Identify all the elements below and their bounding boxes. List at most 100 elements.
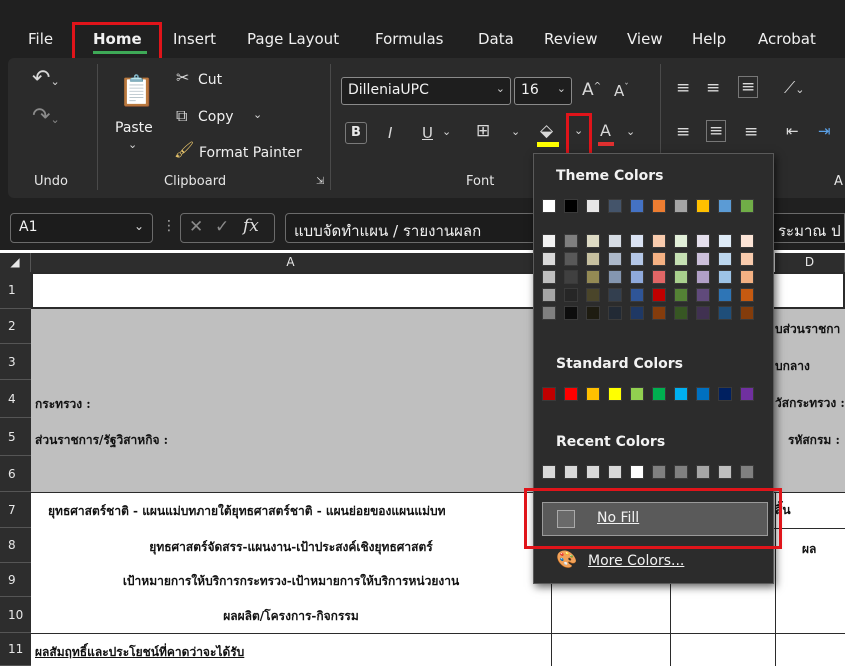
dialog-launcher-icon[interactable]: ⇲ <box>316 176 324 187</box>
theme-shade-swatch[interactable] <box>652 306 666 320</box>
theme-shade-swatch[interactable] <box>564 270 578 284</box>
theme-shade-swatch[interactable] <box>674 234 688 248</box>
name-box[interactable]: A1 ⌄ <box>10 213 153 243</box>
redo-icon[interactable]: ↷⌄ <box>32 104 60 129</box>
copy-chevron-icon[interactable]: ⌄ <box>253 108 262 121</box>
theme-shade-swatch[interactable] <box>696 234 710 248</box>
theme-shade-swatch[interactable] <box>586 288 600 302</box>
theme-shade-swatch[interactable] <box>740 252 754 266</box>
theme-shade-swatch[interactable] <box>542 288 556 302</box>
theme-shade-swatch[interactable] <box>630 234 644 248</box>
insert-function-button[interactable]: fx <box>243 216 259 236</box>
theme-shade-swatch[interactable] <box>718 252 732 266</box>
align-right-icon[interactable]: ≡ <box>744 122 758 142</box>
recent-color-swatch[interactable] <box>674 465 688 479</box>
recent-color-swatch[interactable] <box>564 465 578 479</box>
theme-shade-swatch[interactable] <box>564 288 578 302</box>
format-painter-button[interactable]: Format Painter <box>199 145 302 161</box>
theme-color-swatch[interactable] <box>718 199 732 213</box>
recent-color-swatch[interactable] <box>586 465 600 479</box>
italic-button[interactable]: I <box>388 124 392 142</box>
row-header-9[interactable]: 9 <box>0 563 31 597</box>
theme-shade-swatch[interactable] <box>586 252 600 266</box>
standard-color-swatch[interactable] <box>674 387 688 401</box>
theme-shade-swatch[interactable] <box>630 252 644 266</box>
row-header-7[interactable]: 7 <box>0 492 31 528</box>
theme-shade-swatch[interactable] <box>718 234 732 248</box>
increase-font-size-icon[interactable]: A^ <box>582 80 601 100</box>
row-header-4[interactable]: 4 <box>0 380 31 418</box>
theme-shade-swatch[interactable] <box>564 252 578 266</box>
recent-color-swatch[interactable] <box>696 465 710 479</box>
theme-shade-swatch[interactable] <box>674 306 688 320</box>
theme-shade-swatch[interactable] <box>542 270 556 284</box>
decrease-indent-icon[interactable]: ⇤ <box>786 122 799 140</box>
theme-color-swatch[interactable] <box>542 199 556 213</box>
theme-shade-swatch[interactable] <box>564 306 578 320</box>
increase-indent-icon[interactable]: ⇥ <box>818 122 831 140</box>
theme-shade-swatch[interactable] <box>674 270 688 284</box>
recent-color-swatch[interactable] <box>630 465 644 479</box>
theme-color-swatch[interactable] <box>696 199 710 213</box>
theme-shade-swatch[interactable] <box>586 306 600 320</box>
recent-color-swatch[interactable] <box>608 465 622 479</box>
paste-chevron-icon[interactable]: ⌄ <box>128 138 137 151</box>
chevron-down-icon[interactable]: ⌄ <box>626 125 635 138</box>
theme-shade-swatch[interactable] <box>608 288 622 302</box>
tab-help[interactable]: Help <box>692 30 726 48</box>
theme-shade-swatch[interactable] <box>718 306 732 320</box>
undo-icon[interactable]: ↶⌄ <box>32 66 60 91</box>
standard-color-swatch[interactable] <box>586 387 600 401</box>
standard-color-swatch[interactable] <box>718 387 732 401</box>
recent-color-swatch[interactable] <box>740 465 754 479</box>
row-header-6[interactable]: 6 <box>0 456 31 492</box>
tab-acrobat[interactable]: Acrobat <box>758 30 816 48</box>
recent-color-swatch[interactable] <box>542 465 556 479</box>
theme-color-swatch[interactable] <box>630 199 644 213</box>
theme-shade-swatch[interactable] <box>542 306 556 320</box>
standard-color-swatch[interactable] <box>740 387 754 401</box>
theme-color-swatch[interactable] <box>586 199 600 213</box>
cut-button[interactable]: Cut <box>198 72 222 88</box>
tab-page-layout[interactable]: Page Layout <box>247 30 339 48</box>
formula-bar-splitter-icon[interactable]: ⋮ <box>162 218 176 234</box>
theme-shade-swatch[interactable] <box>718 288 732 302</box>
font-color-button[interactable]: A <box>600 121 611 140</box>
row-header-5[interactable]: 5 <box>0 418 31 456</box>
underline-button[interactable]: U <box>422 124 433 142</box>
theme-shade-swatch[interactable] <box>696 306 710 320</box>
chevron-down-icon[interactable]: ⌄ <box>134 219 144 233</box>
theme-shade-swatch[interactable] <box>630 270 644 284</box>
theme-shade-swatch[interactable] <box>608 234 622 248</box>
chevron-down-icon[interactable]: ⌄ <box>442 125 451 138</box>
tab-view[interactable]: View <box>627 30 663 48</box>
theme-color-swatch[interactable] <box>740 199 754 213</box>
theme-shade-swatch[interactable] <box>652 252 666 266</box>
theme-shade-swatch[interactable] <box>718 270 732 284</box>
orientation-icon[interactable]: ⟋⌄ <box>784 78 804 98</box>
theme-shade-swatch[interactable] <box>652 288 666 302</box>
select-all-corner[interactable]: ◢ <box>0 253 31 272</box>
font-size-combobox[interactable]: 16 ⌄ <box>514 77 572 105</box>
align-middle-icon[interactable]: ≡ <box>706 78 720 98</box>
borders-icon[interactable]: ⊞ <box>476 121 490 141</box>
paste-button[interactable]: Paste <box>115 120 153 136</box>
enter-icon[interactable]: ✓ <box>215 217 229 237</box>
bold-button[interactable]: B <box>345 122 367 144</box>
cancel-icon[interactable]: ✕ <box>189 217 203 237</box>
theme-shade-swatch[interactable] <box>652 270 666 284</box>
theme-shade-swatch[interactable] <box>630 288 644 302</box>
row-header-11[interactable]: 11 <box>0 633 31 666</box>
tab-formulas[interactable]: Formulas <box>375 30 443 48</box>
standard-color-swatch[interactable] <box>542 387 556 401</box>
standard-color-swatch[interactable] <box>652 387 666 401</box>
tab-file[interactable]: File <box>28 30 53 48</box>
tab-data[interactable]: Data <box>478 30 514 48</box>
theme-shade-swatch[interactable] <box>674 252 688 266</box>
theme-shade-swatch[interactable] <box>608 252 622 266</box>
align-center-icon[interactable]: ≡ <box>706 120 727 142</box>
row-header-3[interactable]: 3 <box>0 344 31 380</box>
theme-shade-swatch[interactable] <box>696 270 710 284</box>
theme-shade-swatch[interactable] <box>608 270 622 284</box>
align-top-icon[interactable]: ≡ <box>676 78 690 98</box>
